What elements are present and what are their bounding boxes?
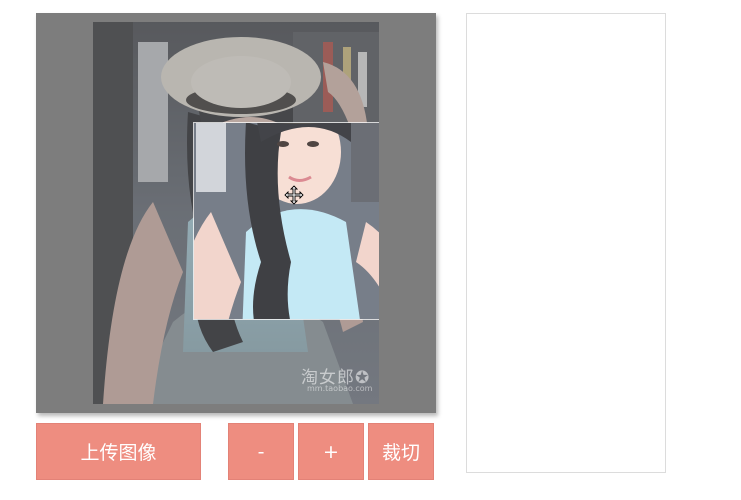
- crop-selection[interactable]: [193, 122, 379, 320]
- crop-preview-panel: [466, 13, 666, 473]
- crop-highlight: [194, 123, 379, 319]
- upload-image-button[interactable]: 上传图像: [36, 423, 201, 480]
- crop-button[interactable]: 裁切: [368, 423, 434, 480]
- crop-stage[interactable]: 淘女郎✪ mm.taobao.com: [36, 13, 436, 413]
- move-icon: [284, 185, 304, 205]
- zoom-out-button[interactable]: -: [228, 423, 294, 480]
- zoom-in-button[interactable]: +: [298, 423, 364, 480]
- source-photo: 淘女郎✪ mm.taobao.com: [93, 22, 379, 404]
- photo-watermark-url: mm.taobao.com: [307, 384, 373, 393]
- crop-preview-region: [194, 123, 379, 319]
